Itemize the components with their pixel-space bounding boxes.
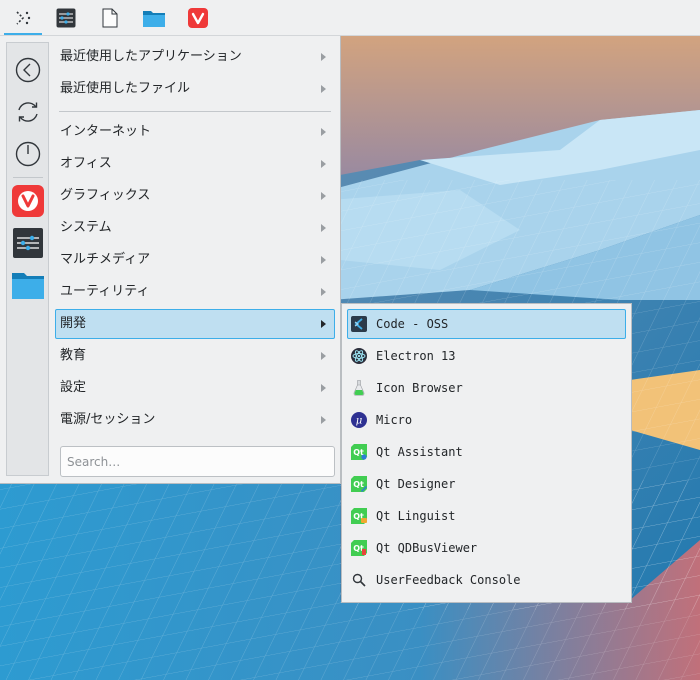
development-submenu: Code - OSS Electron 13 Icon Browser μ Mi… <box>341 303 632 603</box>
qt-qdbusviewer-icon: Qt <box>351 540 367 556</box>
micro-icon: μ <box>351 412 367 428</box>
power-icon[interactable] <box>11 137 45 171</box>
submenu-item-label: Code - OSS <box>376 317 449 331</box>
menu-item-label: オフィス <box>60 156 112 171</box>
search-icon <box>351 572 367 588</box>
menu-item-label: 教育 <box>60 348 87 363</box>
vivaldi-icon[interactable] <box>179 0 217 36</box>
menu-item-label: マルチメディア <box>60 252 151 267</box>
sidebar-separator <box>13 177 43 178</box>
submenu-item-electron[interactable]: Electron 13 <box>347 341 626 371</box>
chevron-right-icon <box>321 160 326 168</box>
favorites-sidebar <box>6 42 49 476</box>
menu-item-office[interactable]: オフィス <box>55 149 335 179</box>
kickoff-launcher-icon[interactable] <box>4 0 42 36</box>
menu-item-label: 最近使用したファイル <box>60 81 191 96</box>
chevron-right-icon <box>321 128 326 136</box>
menu-item-power-session[interactable]: 電源/セッション <box>55 405 335 435</box>
chevron-right-icon <box>321 53 326 61</box>
menu-item-multimedia[interactable]: マルチメディア <box>55 245 335 275</box>
menu-item-internet[interactable]: インターネット <box>55 117 335 147</box>
menu-item-label: ユーティリティ <box>60 284 150 299</box>
code-oss-icon <box>351 316 367 332</box>
submenu-item-label: Electron 13 <box>376 349 456 363</box>
submenu-item-qt-designer[interactable]: Qt Qt Designer <box>347 469 626 499</box>
submenu-item-icon-browser[interactable]: Icon Browser <box>347 373 626 403</box>
submenu-item-label: Icon Browser <box>376 381 463 395</box>
chevron-right-icon <box>321 288 326 296</box>
menu-item-graphics[interactable]: グラフィックス <box>55 181 335 211</box>
qt-designer-icon: Qt <box>351 476 367 492</box>
back-icon[interactable] <box>11 53 45 87</box>
folder-icon[interactable] <box>11 268 45 302</box>
submenu-item-label: Qt Assistant <box>376 445 463 459</box>
application-menu: 最近使用したアプリケーション 最近使用したファイル インターネット オフィス グ… <box>0 36 341 484</box>
menu-item-label: システム <box>60 220 112 235</box>
menu-item-label: インターネット <box>60 124 152 139</box>
electron-icon <box>351 348 367 364</box>
system-settings-icon[interactable] <box>11 226 45 260</box>
menu-item-label: 最近使用したアプリケーション <box>60 49 242 64</box>
icon-browser-icon <box>351 380 367 396</box>
submenu-item-userfeedback-console[interactable]: UserFeedback Console <box>347 565 626 595</box>
submenu-item-qt-linguist[interactable]: Qt Qt Linguist <box>347 501 626 531</box>
menu-item-recent-apps[interactable]: 最近使用したアプリケーション <box>55 42 335 72</box>
menu-item-education[interactable]: 教育 <box>55 341 335 371</box>
svg-text:μ: μ <box>356 416 363 427</box>
chevron-right-icon <box>321 224 326 232</box>
submenu-item-label: UserFeedback Console <box>376 573 521 587</box>
submenu-item-micro[interactable]: μ Micro <box>347 405 626 435</box>
qt-assistant-icon: Qt <box>351 444 367 460</box>
launcher-active-indicator <box>4 33 42 35</box>
chevron-right-icon <box>321 384 326 392</box>
search-input[interactable] <box>60 446 335 477</box>
menu-item-label: 開発 <box>60 316 87 331</box>
refresh-icon[interactable] <box>11 95 45 129</box>
menu-item-system[interactable]: システム <box>55 213 335 243</box>
menu-item-recent-files[interactable]: 最近使用したファイル <box>55 74 335 104</box>
system-settings-icon[interactable] <box>47 0 85 36</box>
submenu-item-label: Qt Designer <box>376 477 456 491</box>
chevron-right-icon <box>321 352 326 360</box>
submenu-item-qt-qdbusviewer[interactable]: Qt Qt QDBusViewer <box>347 533 626 563</box>
menu-item-utilities[interactable]: ユーティリティ <box>55 277 335 307</box>
chevron-right-icon <box>321 416 326 424</box>
chevron-right-icon <box>321 256 326 264</box>
folder-icon[interactable] <box>135 0 173 36</box>
menu-item-label: 電源/セッション <box>60 412 156 427</box>
menu-item-label: 設定 <box>60 380 87 395</box>
submenu-item-label: Qt Linguist <box>376 509 456 523</box>
chevron-right-icon <box>321 320 326 328</box>
submenu-item-qt-assistant[interactable]: Qt Qt Assistant <box>347 437 626 467</box>
menu-separator <box>59 111 331 112</box>
menu-item-settings[interactable]: 設定 <box>55 373 335 403</box>
chevron-right-icon <box>321 85 326 93</box>
menu-item-development[interactable]: 開発 <box>55 309 335 339</box>
chevron-right-icon <box>321 192 326 200</box>
qt-linguist-icon: Qt <box>351 508 367 524</box>
top-panel <box>0 0 700 36</box>
submenu-item-label: Micro <box>376 413 413 427</box>
menu-item-label: グラフィックス <box>60 188 151 203</box>
svg-text:Qt: Qt <box>353 480 364 489</box>
submenu-item-code-oss[interactable]: Code - OSS <box>347 309 626 339</box>
submenu-item-label: Qt QDBusViewer <box>376 541 478 555</box>
document-icon[interactable] <box>91 0 129 36</box>
vivaldi-icon[interactable] <box>11 184 45 218</box>
